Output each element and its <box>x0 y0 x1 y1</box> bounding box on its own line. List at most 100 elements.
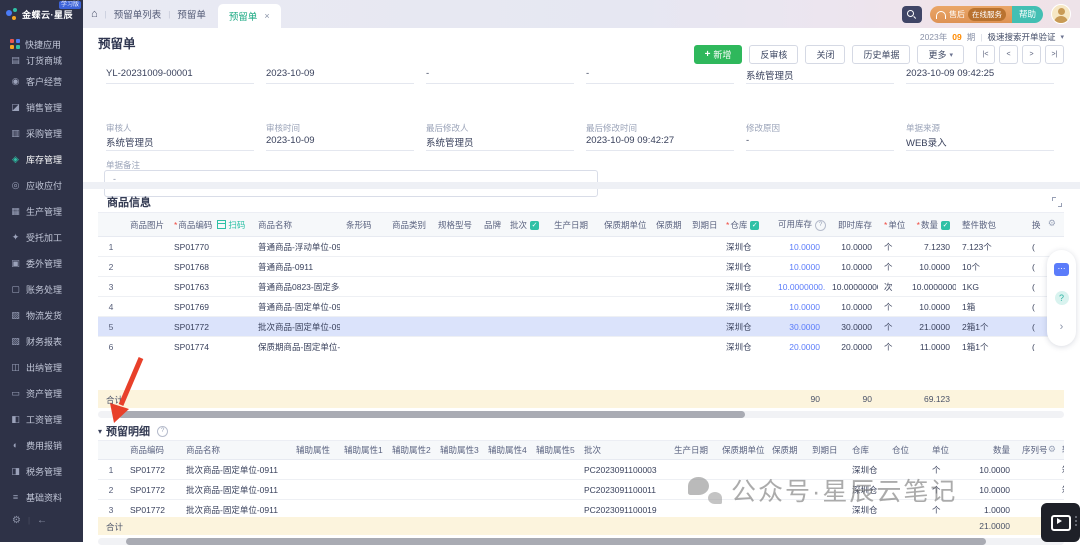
table-cell[interactable]: 6 <box>98 337 124 352</box>
table-cell[interactable] <box>530 460 578 480</box>
table-cell[interactable] <box>124 237 168 257</box>
table-cell[interactable] <box>290 480 338 500</box>
sidebar-item-sales[interactable]: ◪销售管理 <box>0 94 83 120</box>
history-button[interactable]: 历史单据 <box>852 45 910 64</box>
table-cell[interactable] <box>434 500 482 518</box>
table-cell[interactable] <box>340 337 386 352</box>
table-cell[interactable]: SP01770 <box>168 237 252 257</box>
table-cell[interactable]: PC2023091100003 <box>578 460 668 480</box>
checkbox-icon[interactable]: ✓ <box>750 221 759 230</box>
table-cell[interactable] <box>434 480 482 500</box>
after-sales-service[interactable]: 售后 在线服务 <box>930 6 1012 23</box>
table-cell[interactable]: 10.0000000... <box>772 277 826 297</box>
sidebar-item-customer-ops[interactable]: ◉客户经营 <box>0 68 83 94</box>
table-cell[interactable] <box>124 257 168 277</box>
table-cell[interactable] <box>1016 460 1056 480</box>
table-cell[interactable]: SP01769 <box>168 297 252 317</box>
column-settings-gear-icon[interactable]: ⚙ <box>1048 444 1056 455</box>
table-cell[interactable]: SP01772 <box>124 480 180 500</box>
table-cell[interactable]: 批次商品-固定单位-0911 <box>180 460 290 480</box>
table-cell[interactable]: 普通商品-固定单位-0911 <box>252 297 340 317</box>
table-cell[interactable] <box>548 297 598 317</box>
sidebar-item-payroll[interactable]: ◧工资管理 <box>0 406 83 432</box>
table-cell[interactable]: 4 <box>98 297 124 317</box>
table-cell[interactable] <box>432 277 478 297</box>
table-cell[interactable] <box>478 337 504 352</box>
add-button[interactable]: + 新增 <box>694 45 743 64</box>
table-cell[interactable] <box>482 500 530 518</box>
sidebar-item-production[interactable]: ▦生产管理 <box>0 198 83 224</box>
table-cell[interactable]: 10.0000 <box>906 297 956 317</box>
settings-gear-icon[interactable]: ⚙ <box>12 515 21 526</box>
table-cell[interactable]: 个 <box>878 257 906 277</box>
table-cell[interactable]: 个 <box>878 317 906 337</box>
sidebar-item-cashier[interactable]: ◫出纳管理 <box>0 354 83 380</box>
table-cell[interactable] <box>386 257 432 277</box>
pager-first-button[interactable]: |< <box>976 45 995 64</box>
table-cell[interactable]: SP01772 <box>124 460 180 480</box>
table-cell[interactable]: 个 <box>878 297 906 317</box>
collapse-caret-icon[interactable]: ▾ <box>98 427 102 436</box>
table-cell[interactable] <box>482 480 530 500</box>
table-cell[interactable]: 10.0000 <box>772 257 826 277</box>
table-cell[interactable] <box>338 460 386 480</box>
table-cell[interactable] <box>290 460 338 480</box>
table-cell[interactable] <box>504 317 548 337</box>
checkbox-icon[interactable]: ✓ <box>530 221 539 230</box>
table-cell[interactable]: 2 <box>98 257 124 277</box>
table-cell[interactable]: 普通商品-0911 <box>252 257 340 277</box>
table-cell[interactable] <box>482 460 530 480</box>
table-cell[interactable] <box>504 257 548 277</box>
scan-icon[interactable] <box>217 220 226 229</box>
table-cell[interactable]: 1 <box>98 237 124 257</box>
table-cell[interactable]: 10.0000000000 <box>826 277 878 297</box>
table-cell[interactable] <box>598 277 650 297</box>
table-cell[interactable]: SP01772 <box>168 317 252 337</box>
sidebar-item-order-mall[interactable]: ▤订货商城 <box>0 52 83 68</box>
table-cell[interactable] <box>124 297 168 317</box>
validation-dropdown[interactable]: 极速搜索开单验证 <box>987 31 1055 43</box>
table-cell[interactable] <box>686 317 720 337</box>
table-cell[interactable] <box>504 297 548 317</box>
sidebar-item-ar-ap[interactable]: ◎应收应付 <box>0 172 83 198</box>
table-cell[interactable]: 11.0000 <box>906 337 956 352</box>
table-cell[interactable] <box>530 500 578 518</box>
table-cell[interactable]: SP01768 <box>168 257 252 277</box>
table-cell[interactable] <box>650 317 686 337</box>
table-cell[interactable]: SP01763 <box>168 277 252 297</box>
table-cell[interactable]: 1 <box>98 460 124 480</box>
table-cell[interactable]: 7.1230 <box>906 237 956 257</box>
sidebar-item-tax[interactable]: ◨税务管理 <box>0 458 83 484</box>
table-cell[interactable] <box>650 237 686 257</box>
table-cell[interactable]: 箱 <box>1056 480 1064 500</box>
table-cell[interactable] <box>338 480 386 500</box>
sidebar-item-accounting[interactable]: ▢账务处理 <box>0 276 83 302</box>
table-cell[interactable]: 3 <box>98 277 124 297</box>
table-cell[interactable]: 1KG <box>956 277 1026 297</box>
table-cell[interactable]: 20.0000 <box>826 337 878 352</box>
table-cell[interactable]: 1箱 <box>956 297 1026 317</box>
table-cell[interactable]: 21.0000 <box>906 317 956 337</box>
table-cell[interactable] <box>386 277 432 297</box>
table-cell[interactable]: 深圳仓 <box>720 297 772 317</box>
table-cell[interactable] <box>432 317 478 337</box>
info-icon[interactable]: ? <box>815 220 826 231</box>
table-cell[interactable]: 10个 <box>956 257 1026 277</box>
table-cell[interactable]: 个 <box>878 337 906 352</box>
table-cell[interactable]: 个 <box>878 237 906 257</box>
column-settings-gear-icon[interactable]: ⚙ <box>1048 218 1056 229</box>
table-cell[interactable] <box>478 297 504 317</box>
tab-reservation-active[interactable]: 预留单 × <box>218 4 281 28</box>
table-cell[interactable] <box>598 237 650 257</box>
table-cell[interactable]: 10.0000 <box>960 460 1016 480</box>
table-cell[interactable] <box>598 257 650 277</box>
table-cell[interactable] <box>432 297 478 317</box>
sidebar-item-purchase[interactable]: ▥采购管理 <box>0 120 83 146</box>
table-cell[interactable] <box>432 337 478 352</box>
table-cell[interactable]: 2箱1个 <box>956 317 1026 337</box>
table-cell[interactable] <box>548 277 598 297</box>
table-cell[interactable]: 20.0000 <box>772 337 826 352</box>
table-cell[interactable] <box>1016 480 1056 500</box>
table-cell[interactable]: 10.0000 <box>960 480 1016 500</box>
table-cell[interactable]: 30.0000 <box>826 317 878 337</box>
